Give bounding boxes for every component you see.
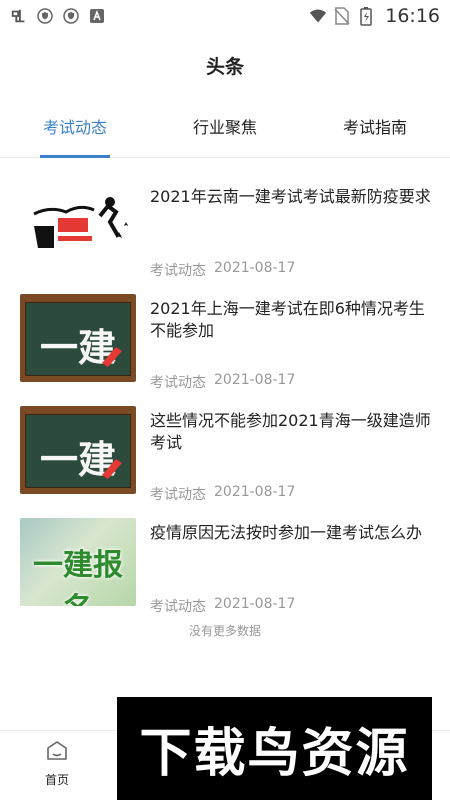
page-title: 头条	[205, 56, 244, 78]
article-item[interactable]: 一建报名 疫情原因无法按时参加一建考试怎么办 考试动态 2021-08-17	[0, 508, 450, 620]
article-category: 考试动态	[150, 263, 206, 279]
article-date: 2021-08-17	[214, 260, 296, 276]
article-list: 2021年云南一建考试考试最新防疫要求 考试动态 2021-08-17 一建 2…	[0, 172, 450, 620]
tab-industry-focus[interactable]: 行业聚焦	[150, 102, 300, 157]
category-tabs: 考试动态 行业聚焦 考试指南	[0, 102, 450, 158]
fist-cheer-illustration	[33, 197, 128, 248]
wifi-icon	[309, 7, 327, 25]
tab-exam-news[interactable]: 考试动态	[0, 102, 150, 158]
status-right-icons: 16:16	[309, 5, 440, 27]
article-title: 疫情原因无法按时参加一建考试怎么办	[150, 523, 423, 542]
article-item[interactable]: 一建 这些情况不能参加2021青海一级建造师考试 考试动态 2021-08-17	[0, 396, 450, 508]
no-sim-icon	[333, 7, 351, 25]
article-thumbnail: 一建	[20, 294, 136, 382]
article-meta: 考试动态 2021-08-17	[150, 484, 432, 504]
tab-active-indicator	[40, 155, 110, 158]
article-date: 2021-08-17	[214, 372, 296, 388]
status-bar: 16:16	[0, 0, 450, 32]
shield-icon	[36, 7, 54, 25]
chalkboard-illustration: 一建	[25, 302, 131, 376]
status-left-icons	[10, 7, 106, 25]
nav-home-label: 首页	[44, 773, 69, 787]
pencil-icon	[102, 347, 122, 367]
watermark-text: 下载鸟资源	[139, 724, 410, 784]
article-category: 考试动态	[150, 375, 206, 391]
article-content: 疫情原因无法按时参加一建考试怎么办 考试动态 2021-08-17	[150, 508, 432, 620]
status-time: 16:16	[385, 5, 440, 27]
article-category: 考试动态	[150, 599, 206, 615]
list-end-text: 没有更多数据	[188, 624, 261, 638]
font-a-icon	[88, 7, 106, 25]
article-title: 这些情况不能参加2021青海一级建造师考试	[150, 411, 431, 452]
article-thumbnail: 一建报名	[20, 518, 136, 606]
article-content: 这些情况不能参加2021青海一级建造师考试 考试动态 2021-08-17	[150, 396, 432, 508]
article-meta: 考试动态 2021-08-17	[150, 596, 432, 616]
watermark-banner: 下载鸟资源	[117, 697, 432, 800]
nav-home-button[interactable]: 首页	[30, 739, 84, 788]
article-date: 2021-08-17	[214, 484, 296, 500]
article-title: 2021年云南一建考试考试最新防疫要求	[150, 187, 431, 206]
article-category: 考试动态	[150, 487, 206, 503]
battery-charging-icon	[357, 7, 375, 26]
page-header: 头条	[0, 52, 450, 79]
article-item[interactable]: 一建 2021年上海一建考试在即6种情况考生不能参加 考试动态 2021-08-…	[0, 284, 450, 396]
app-logo-icon	[10, 7, 28, 25]
article-meta: 考试动态 2021-08-17	[150, 260, 432, 280]
article-content: 2021年上海一建考试在即6种情况考生不能参加 考试动态 2021-08-17	[150, 284, 432, 396]
tab-exam-guide[interactable]: 考试指南	[300, 102, 450, 157]
article-item[interactable]: 2021年云南一建考试考试最新防疫要求 考试动态 2021-08-17	[0, 172, 450, 284]
article-thumbnail	[20, 182, 136, 270]
thumbnail-text: 一建报名	[33, 548, 123, 606]
home-icon	[45, 739, 69, 767]
article-thumbnail: 一建	[20, 406, 136, 494]
shield-icon	[62, 7, 80, 25]
pencil-icon	[102, 459, 122, 479]
chalkboard-illustration: 一建	[25, 414, 131, 488]
tab-label: 行业聚焦	[192, 118, 257, 137]
article-meta: 考试动态 2021-08-17	[150, 372, 432, 392]
article-content: 2021年云南一建考试考试最新防疫要求 考试动态 2021-08-17	[150, 172, 432, 284]
article-date: 2021-08-17	[214, 596, 296, 612]
article-title: 2021年上海一建考试在即6种情况考生不能参加	[150, 299, 425, 340]
tab-label: 考试指南	[342, 118, 407, 137]
tab-label: 考试动态	[42, 118, 107, 137]
